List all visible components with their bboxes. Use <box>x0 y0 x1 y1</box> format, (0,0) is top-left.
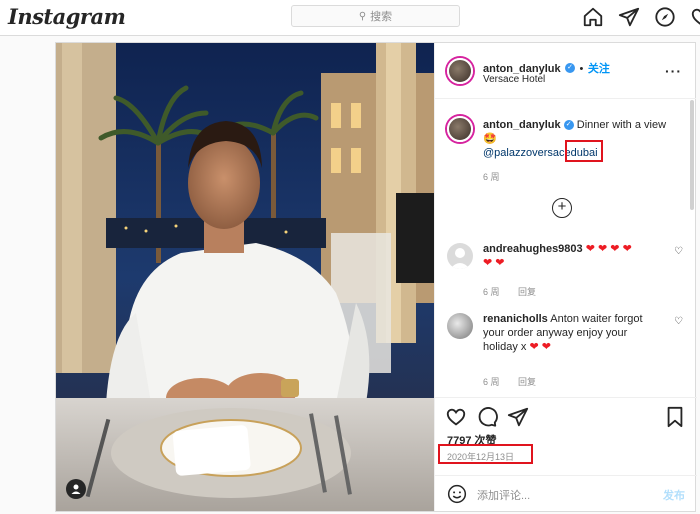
caption: anton_danyluk ✓ Dinner with a view 🤩 @pa… <box>435 100 685 210</box>
caption-text: Dinner with a view <box>576 119 667 131</box>
reply-button[interactable]: 回复 <box>518 287 536 297</box>
avatar[interactable] <box>447 243 473 269</box>
location-link[interactable]: Versace Hotel <box>483 74 545 85</box>
add-comment-bar: 添加评论... 发布 <box>435 475 697 511</box>
load-more-comments-button[interactable]: + <box>552 198 572 218</box>
add-comment-input[interactable]: 添加评论... <box>477 487 530 503</box>
emoji-icon[interactable] <box>447 484 467 504</box>
explore-icon[interactable] <box>654 6 676 28</box>
like-icon[interactable] <box>445 406 467 428</box>
search-icon: ⚲ <box>358 10 367 22</box>
instagram-logo[interactable]: Instagram <box>8 4 126 29</box>
heart-emoji: ❤ <box>541 341 551 353</box>
caption-time: 6 周 <box>483 172 500 182</box>
like-comment-icon[interactable]: ♡ <box>674 246 683 257</box>
heart-emoji: ❤ <box>598 243 608 255</box>
dot-separator: • <box>579 63 584 75</box>
follow-button[interactable]: 关注 <box>588 63 610 75</box>
reply-button[interactable]: 回复 <box>518 377 536 387</box>
post-header: anton_danyluk ✓ • 关注 Versace Hotel ··· <box>435 43 696 99</box>
caption-emoji: 🤩 <box>483 133 497 145</box>
post-side-panel: anton_danyluk ✓ • 关注 Versace Hotel ··· a… <box>434 43 697 511</box>
mention-prefix: @palazzoversace <box>483 147 571 159</box>
avatar[interactable] <box>447 116 473 142</box>
direct-icon[interactable] <box>618 6 640 28</box>
nav-icons <box>582 6 700 28</box>
caption-username[interactable]: anton_danyluk <box>483 119 561 131</box>
post-actions: 7797 次赞 2020年12月13日 <box>435 397 697 475</box>
comment-username[interactable]: renanicholls <box>483 313 548 325</box>
highlight-box-date <box>438 444 533 464</box>
comment-time: 6 周 <box>483 287 500 297</box>
post-card: anton_danyluk ✓ • 关注 Versace Hotel ··· a… <box>55 42 697 512</box>
comment-time: 6 周 <box>483 377 500 387</box>
comments-section: anton_danyluk ✓ Dinner with a view 🤩 @pa… <box>435 100 697 396</box>
comment-item: renanicholls Anton waiter forgot your or… <box>435 310 697 390</box>
heart-emoji: ❤ <box>585 243 595 255</box>
avatar[interactable] <box>447 58 473 84</box>
comments-scrollbar[interactable] <box>690 100 694 210</box>
heart-emoji: ❤ <box>483 257 493 269</box>
save-icon[interactable] <box>665 406 685 428</box>
top-navigation-bar: Instagram ⚲ 搜索 <box>0 0 700 36</box>
avatar[interactable] <box>447 313 473 339</box>
search-placeholder: 搜索 <box>370 11 393 23</box>
heart-emoji: ❤ <box>529 341 539 353</box>
comment-icon[interactable] <box>476 406 498 428</box>
tagged-user-icon[interactable] <box>66 479 86 499</box>
comment-username[interactable]: andreahughes9803 <box>483 243 583 255</box>
heart-emoji: ❤ <box>495 257 505 269</box>
like-comment-icon[interactable]: ♡ <box>674 316 683 327</box>
search-input[interactable]: ⚲ 搜索 <box>291 5 460 27</box>
verified-icon: ✓ <box>565 62 576 73</box>
heart-emoji: ❤ <box>610 243 620 255</box>
home-icon[interactable] <box>582 6 604 28</box>
share-icon[interactable] <box>507 406 529 428</box>
post-photo[interactable] <box>56 43 434 511</box>
more-options-icon[interactable]: ··· <box>665 63 682 79</box>
publish-button[interactable]: 发布 <box>663 487 685 503</box>
heart-icon[interactable] <box>690 6 700 28</box>
post-image <box>56 43 434 511</box>
highlight-box-dubai <box>565 140 603 162</box>
comment-item: andreahughes9803 ❤ ❤ ❤ ❤ ❤ ❤ 6 周 回复 ♡ <box>435 240 697 300</box>
verified-icon: ✓ <box>563 120 574 131</box>
heart-emoji: ❤ <box>622 243 632 255</box>
